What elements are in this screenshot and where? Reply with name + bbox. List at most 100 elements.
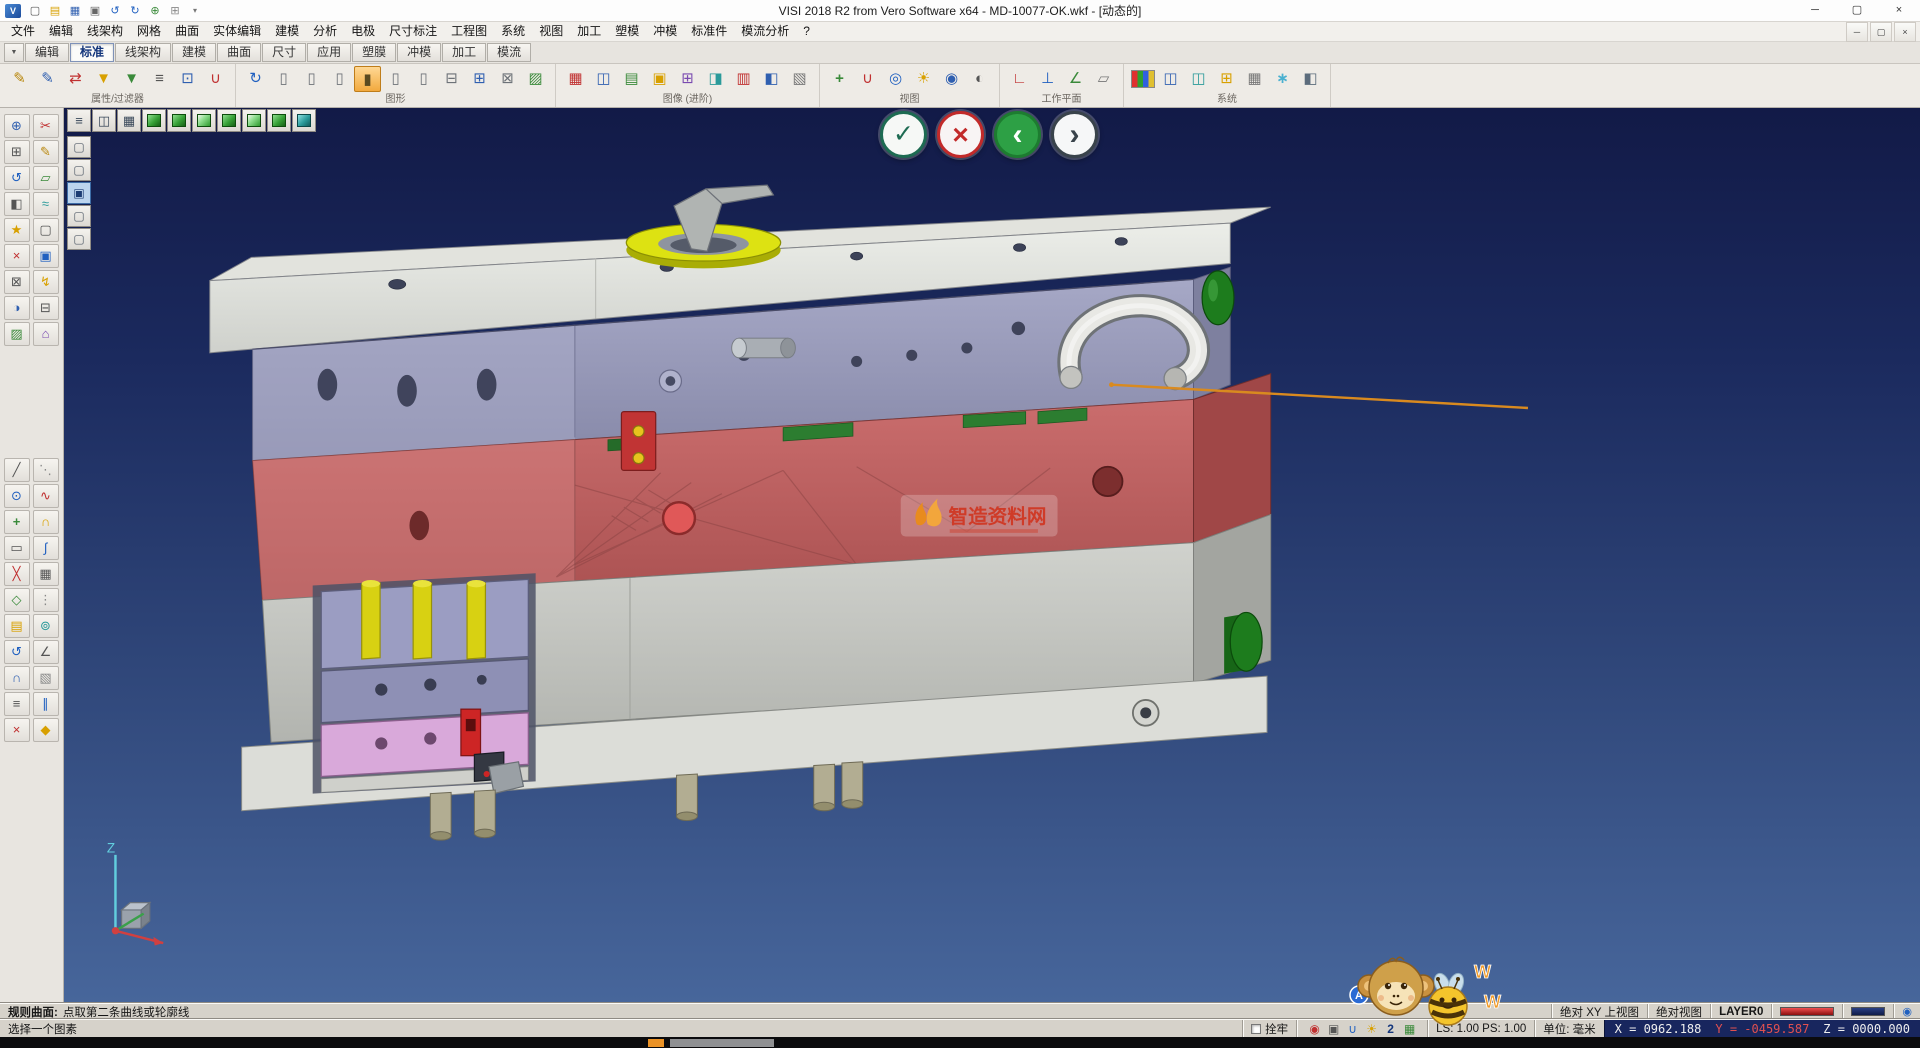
line-tool-icon[interactable]: ╱ bbox=[4, 458, 30, 482]
cancel-button[interactable]: × bbox=[937, 111, 984, 158]
select-icon[interactable]: ⊕ bbox=[4, 114, 30, 138]
layers-icon[interactable]: ≡ bbox=[67, 109, 91, 132]
front-view-cube-icon[interactable] bbox=[167, 109, 191, 132]
ribbon-tab[interactable]: 应用 bbox=[307, 43, 351, 62]
zoom-all-icon[interactable]: + bbox=[826, 66, 853, 92]
menu-item[interactable]: 加工 bbox=[570, 22, 608, 41]
ribbon-tab[interactable]: 建模 bbox=[172, 43, 216, 62]
grid-icon[interactable]: ⊞ bbox=[4, 140, 30, 164]
advanced-render-icon[interactable]: ▦ bbox=[562, 66, 589, 92]
new-file-icon[interactable]: ▢ bbox=[26, 2, 44, 20]
ribbon-tab[interactable]: 曲面 bbox=[217, 43, 261, 62]
wave-icon[interactable]: ≈ bbox=[33, 192, 59, 216]
trim-scissors-icon[interactable]: ✂ bbox=[33, 114, 59, 138]
tab-dropdown-button[interactable]: ▼ bbox=[4, 43, 24, 62]
ribbon-tab[interactable]: 线架构 bbox=[115, 43, 171, 62]
delete-icon[interactable]: × bbox=[4, 244, 30, 268]
home-icon[interactable]: ⌂ bbox=[33, 322, 59, 346]
menu-item[interactable]: 模流分析 bbox=[734, 22, 796, 41]
antialias-icon[interactable]: ▧ bbox=[786, 66, 813, 92]
curve-tool-icon[interactable]: ∿ bbox=[33, 484, 59, 508]
minimize-button[interactable]: ─ bbox=[1794, 0, 1836, 21]
gem-tool-icon[interactable]: ◆ bbox=[33, 718, 59, 742]
hidden-line-icon[interactable]: ▯ bbox=[326, 66, 353, 92]
print-icon[interactable]: ▣ bbox=[86, 2, 104, 20]
ribbon-tab[interactable]: 模流 bbox=[487, 43, 531, 62]
layers-tool-icon[interactable]: ≡ bbox=[4, 692, 30, 716]
grid-display-icon[interactable]: ⊞ bbox=[466, 66, 493, 92]
screenshot-icon[interactable]: ◫ bbox=[590, 66, 617, 92]
wireframe-mode-icon[interactable]: ▯ bbox=[270, 66, 297, 92]
dual-monitor-icon[interactable]: ◫ bbox=[1157, 66, 1184, 92]
plane-icon[interactable]: ▱ bbox=[33, 166, 59, 190]
settings-icon[interactable]: ⊞ bbox=[166, 2, 184, 20]
bounding-box-icon[interactable]: ⊠ bbox=[494, 66, 521, 92]
selection-filter-icon[interactable]: ⊡ bbox=[174, 66, 201, 92]
side-view-cube-icon[interactable] bbox=[217, 109, 241, 132]
ribbon-tab[interactable]: 塑膜 bbox=[352, 43, 396, 62]
doc-view-button-2[interactable]: ▢ bbox=[67, 159, 91, 181]
record-icon[interactable]: ◉ bbox=[1305, 1022, 1324, 1036]
filter-funnel-green-icon[interactable]: ▼ bbox=[118, 66, 145, 92]
menu-item[interactable]: ? bbox=[796, 22, 817, 41]
dynamic-view-cube-icon[interactable] bbox=[292, 109, 316, 132]
rows-tool-icon[interactable]: ▤ bbox=[4, 614, 30, 638]
ribbon-tab[interactable]: 加工 bbox=[442, 43, 486, 62]
save-icon[interactable]: ▦ bbox=[66, 2, 84, 20]
circles-tool-icon[interactable]: ⊚ bbox=[33, 614, 59, 638]
reflection-icon[interactable]: ▥ bbox=[730, 66, 757, 92]
taskbar-app-tile[interactable] bbox=[648, 1039, 664, 1047]
view-eye-icon[interactable]: ◉ bbox=[938, 66, 965, 92]
material-icon[interactable]: ▤ bbox=[618, 66, 645, 92]
confirm-button[interactable]: ✓ bbox=[880, 111, 927, 158]
cross-box-icon[interactable]: ⊠ bbox=[4, 270, 30, 294]
menu-item[interactable]: 视图 bbox=[532, 22, 570, 41]
taskbar-window-tile[interactable] bbox=[670, 1039, 774, 1047]
iso-view-cube-icon[interactable] bbox=[142, 109, 166, 132]
shaded-mode-icon[interactable]: ▯ bbox=[298, 66, 325, 92]
table-icon[interactable]: ▦ bbox=[1241, 66, 1268, 92]
menu-item[interactable]: 文件 bbox=[4, 22, 42, 41]
minus-box-icon[interactable]: ⊟ bbox=[33, 296, 59, 320]
angle-tool-icon[interactable]: ∠ bbox=[33, 640, 59, 664]
workplane-angle-icon[interactable]: ∠ bbox=[1062, 66, 1089, 92]
texture-icon[interactable]: ▨ bbox=[522, 66, 549, 92]
times-tool-icon[interactable]: × bbox=[4, 718, 30, 742]
dual-view-icon[interactable]: ⊟ bbox=[438, 66, 465, 92]
menu-item[interactable]: 线架构 bbox=[80, 22, 130, 41]
mesh-tool-icon[interactable]: ▦ bbox=[33, 562, 59, 586]
previous-button[interactable]: ‹ bbox=[994, 111, 1041, 158]
doc-view-button-1[interactable]: ▢ bbox=[67, 136, 91, 158]
units-indicator[interactable]: 单位: 毫米 bbox=[1534, 1020, 1603, 1037]
doc-view-button-active[interactable]: ▣ bbox=[67, 182, 91, 204]
doc-minimize-button[interactable]: ─ bbox=[1846, 22, 1868, 42]
plus-tool-icon[interactable]: + bbox=[4, 510, 30, 534]
desktop-mascot[interactable]: A bbox=[1336, 948, 1506, 1048]
ribbon-tab[interactable]: 编辑 bbox=[25, 43, 69, 62]
top-view-cube-icon[interactable] bbox=[192, 109, 216, 132]
section-mode-icon[interactable]: ▯ bbox=[410, 66, 437, 92]
ejector-assembly[interactable] bbox=[313, 573, 536, 793]
menu-item[interactable]: 网格 bbox=[130, 22, 168, 41]
ghost-mode-icon[interactable]: ▯ bbox=[382, 66, 409, 92]
absolute-view-indicator[interactable]: 绝对视图 bbox=[1647, 1004, 1710, 1019]
color-swatch-background[interactable] bbox=[1842, 1004, 1893, 1019]
window-tile-icon[interactable]: ◫ bbox=[92, 109, 116, 132]
3d-model-canvas[interactable]: 智造资料网 Z bbox=[64, 108, 1920, 1003]
menu-item[interactable]: 标准件 bbox=[684, 22, 734, 41]
dots-tool-icon[interactable]: ⋮ bbox=[33, 588, 59, 612]
color-swatch-current[interactable] bbox=[1771, 1004, 1842, 1019]
swap-filter-icon[interactable]: ⇄ bbox=[62, 66, 89, 92]
doc-view-button-4[interactable]: ▢ bbox=[67, 205, 91, 227]
menu-item[interactable]: 尺寸标注 bbox=[382, 22, 444, 41]
view-magnet-icon[interactable]: ∪ bbox=[854, 66, 881, 92]
snap-magnet-icon[interactable]: ∪ bbox=[202, 66, 229, 92]
viewport[interactable]: 智造资料网 Z ≡◫▦ ▢▢▣▢▢ bbox=[64, 108, 1920, 1003]
lock-checkbox[interactable] bbox=[1251, 1024, 1261, 1034]
ribbon-tab[interactable]: 冲模 bbox=[397, 43, 441, 62]
system-monitor-icon[interactable]: ◫ bbox=[1185, 66, 1212, 92]
diamond-tool-icon[interactable]: ◇ bbox=[4, 588, 30, 612]
transparency-icon[interactable]: ◧ bbox=[758, 66, 785, 92]
open-file-icon[interactable]: ▤ bbox=[46, 2, 64, 20]
menu-item[interactable]: 系统 bbox=[494, 22, 532, 41]
